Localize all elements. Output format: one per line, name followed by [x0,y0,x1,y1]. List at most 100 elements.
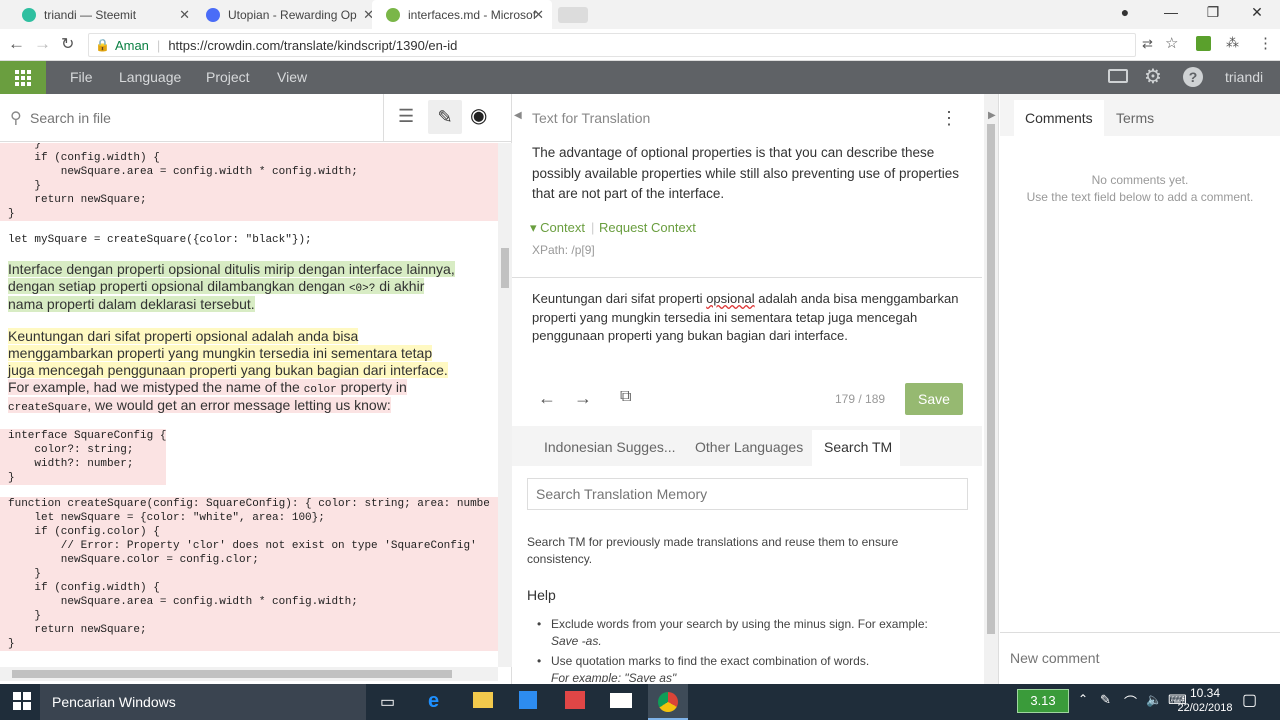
keyboard-icon[interactable] [1108,69,1128,83]
menu-project[interactable]: Project [206,61,250,94]
help-item: • Use quotation marks to find the exact c… [537,653,967,682]
tray-chevron-icon[interactable]: ⌃ [1078,692,1088,706]
help-item: • Exclude words from your search by using… [537,617,928,648]
browser-tab-utopian[interactable]: Utopian - Rewarding Op ✕ [192,0,382,29]
minimize-icon[interactable]: — [1161,4,1181,20]
edit-pencil-icon[interactable]: ✎ [428,100,462,134]
tab-title: triandi — Steemit [44,7,137,22]
mail-icon[interactable] [610,693,632,708]
bookmark-star-icon[interactable]: ☆ [1165,34,1178,52]
translated-text: nama properti dalam deklarasi tersebut. [8,296,255,312]
restore-icon[interactable]: ❐ [1203,4,1223,21]
paragraph-translated[interactable]: Interface dengan properti opsional ditul… [0,261,498,313]
scrollbar-thumb[interactable] [501,248,509,288]
network-icon[interactable]: ✎ [1100,692,1111,708]
search-in-file-input[interactable] [30,106,370,130]
browser-tab-steemit[interactable]: triandi — Steemit ✕ [8,0,198,29]
paragraph-active[interactable]: Keuntungan dari sifat properti opsional … [0,328,498,415]
translated-text: juga mencegah penggunaan properti yang b… [8,362,448,378]
tab-search-tm[interactable]: Search TM [812,430,900,466]
close-window-icon[interactable]: ✕ [1247,4,1267,21]
scrollbar-thumb[interactable] [987,124,995,634]
code-block: interface SquareConfig { color?: string;… [0,429,167,485]
tab-label: Search TM [824,439,893,455]
new-tab-button[interactable] [558,7,588,23]
help-example: For example: "Save as" [551,671,677,682]
reload-icon[interactable]: ↻ [61,34,74,54]
context-label: Context [540,220,585,235]
scrollbar-thumb[interactable] [12,670,452,678]
help-icon[interactable]: ? [1183,67,1203,87]
file-explorer-icon[interactable] [473,692,493,708]
string-counter: 179 / 189 [835,392,886,406]
secure-label: Aman [114,37,149,53]
forward-icon[interactable]: → [34,34,51,54]
close-tab-icon[interactable]: ✕ [533,7,544,23]
translated-text: dengan setiap properti opsional dilamban… [8,278,346,294]
profile-icon[interactable]: ● [1115,4,1135,20]
volume-icon[interactable]: 🔈 [1146,692,1162,708]
user-menu[interactable]: triandi [1225,61,1263,94]
store-icon[interactable] [519,691,537,709]
translation-textarea[interactable]: Keuntungan dari sifat properti opsional … [532,290,964,346]
settings-gear-icon[interactable]: ⚙ [1144,64,1162,89]
source-string: The advantage of optional properties is … [532,145,959,201]
previous-arrow-icon[interactable]: ← [538,388,556,409]
spellcheck-error-word[interactable]: opsional [706,291,754,306]
clock-time[interactable]: 10.34 [1175,686,1235,700]
tab-comments[interactable]: Comments [1014,100,1104,136]
vertical-scrollbar[interactable] [498,143,512,667]
context-toggle[interactable]: ▾ Context | [530,220,600,236]
horizontal-scrollbar[interactable] [0,667,498,681]
help-text: Use quotation marks to find the exact co… [551,654,870,668]
mid-scrollbar[interactable] [984,94,998,684]
no-comments-text: No comments yet. [1091,173,1189,187]
translated-text: Keuntungan dari sifat properti opsional … [8,328,359,344]
clock-date[interactable]: 22/02/2018 [1167,702,1243,714]
apps-grid-icon[interactable] [0,61,46,94]
edge-icon[interactable]: e [428,690,439,713]
url-text: https://crowdin.com/translate/kindscript… [168,37,458,53]
task-view-icon[interactable]: ▭ [380,692,395,712]
tab-terms[interactable]: Terms [1116,110,1154,126]
collapse-left-icon[interactable]: ◀ [514,110,522,121]
tab-indonesian-suggestions[interactable]: Indonesian Sugges... [544,439,676,455]
omnibox[interactable]: 🔒 Aman | https://crowdin.com/translate/k… [88,33,1136,57]
request-context-link[interactable]: Request Context [599,220,696,235]
translate-icon[interactable]: ⇄ [1142,36,1153,52]
source-text: For example, had we mistyped the name of… [8,379,300,395]
tab-other-languages[interactable]: Other Languages [695,439,803,455]
windows-start-icon[interactable] [13,692,31,715]
close-tab-icon[interactable]: ✕ [179,7,190,23]
copy-source-icon[interactable]: ⧉ [620,388,631,406]
back-icon[interactable]: ← [8,34,25,54]
divider [1000,632,1280,633]
tm-description: Search TM for previously made translatio… [527,535,899,566]
translation-text: Keuntungan dari sifat properti [532,291,703,306]
extension2-icon[interactable]: ⁂ [1226,35,1239,51]
more-options-icon[interactable]: ⋮ [940,108,958,129]
browser-tab-crowdin[interactable]: interfaces.md - Microsof ✕ [372,0,552,29]
taskbar-search-text: Pencarian Windows [52,694,176,710]
app-header [0,61,1280,94]
next-arrow-icon[interactable]: → [574,388,592,409]
menu-file[interactable]: File [70,61,93,94]
new-comment-input[interactable] [1010,645,1270,671]
comment-hint-text: Use the text field below to add a commen… [1026,190,1254,204]
menu-view[interactable]: View [277,61,307,94]
menu-language[interactable]: Language [119,61,181,94]
chrome-menu-icon[interactable]: ⋮ [1258,34,1273,52]
gift-icon[interactable] [565,691,585,709]
search-tm-input[interactable] [527,478,968,510]
taskbar-search-box[interactable]: Pencarian Windows [40,684,366,720]
wifi-icon[interactable]: ⌒ [1124,692,1137,711]
collapse-right-icon[interactable]: ▶ [988,110,996,121]
save-button[interactable]: Save [905,383,963,415]
chrome-taskbar-button[interactable] [648,684,688,720]
list-view-icon[interactable]: ☰ [398,106,414,127]
notifications-icon[interactable]: ▢ [1242,690,1257,710]
preview-eye-icon[interactable]: ◉ [470,103,487,128]
search-icon: ⚲ [10,110,22,127]
tray-meter-badge[interactable]: 3.13 [1017,689,1069,713]
extension-icon[interactable] [1196,36,1211,51]
